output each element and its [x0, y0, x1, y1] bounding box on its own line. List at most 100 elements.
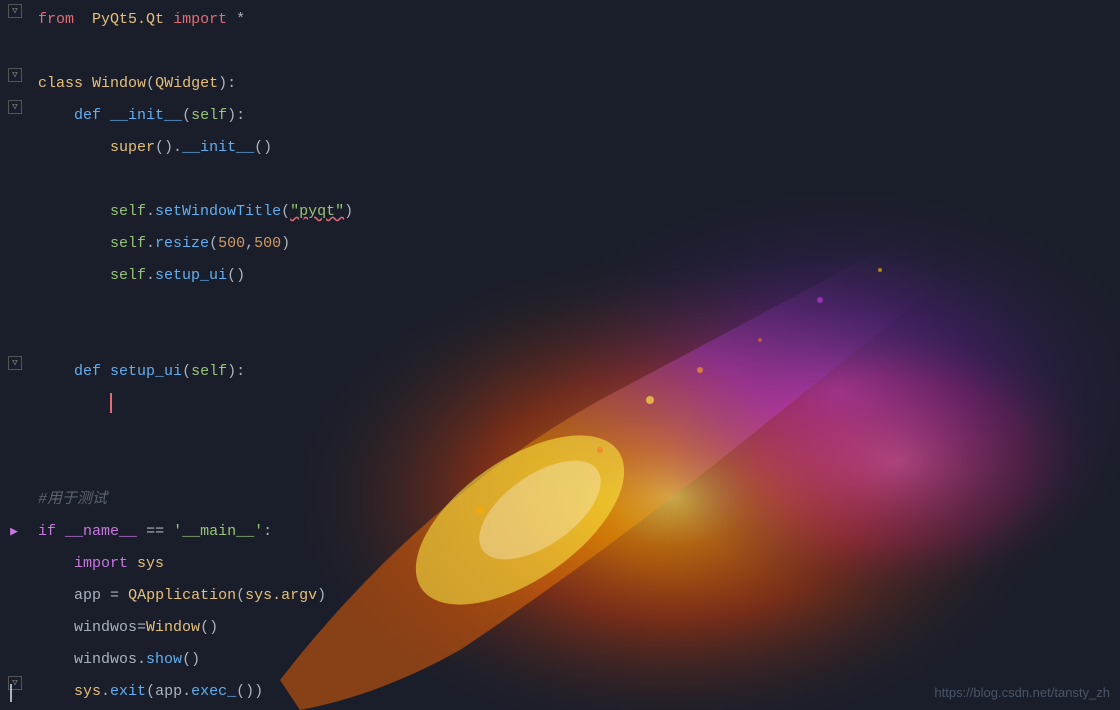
paren-sui3: ): [227, 363, 236, 380]
code-line-13: [0, 388, 1120, 420]
paren-qa2: ): [317, 587, 326, 604]
self-3: self: [110, 235, 146, 252]
code-line-5: super().__init__(): [0, 132, 1120, 164]
dot6: .: [101, 683, 110, 700]
line-content-21: windwos.show(): [30, 644, 1120, 676]
line-content-7: self.setWindowTitle("pyqt"): [30, 196, 1120, 228]
gutter-3: ▽: [0, 68, 30, 82]
dot3: .: [146, 235, 155, 252]
paren-close: ): [218, 75, 227, 92]
line-content-9: self.setup_ui(): [30, 260, 1120, 292]
string-main: '__main__': [173, 523, 263, 540]
func-init: __init__: [110, 107, 182, 124]
code-content-area: ▽ from PyQt5.Qt import * ▽ class Window(…: [0, 0, 1120, 710]
keyword-def-2: def: [74, 363, 101, 380]
paren-swt2: ): [344, 203, 353, 220]
class-qwidget: QWidget: [155, 75, 218, 92]
code-line-19: app = QApplication(sys.argv): [0, 580, 1120, 612]
keyword-def-1: def: [74, 107, 101, 124]
keyword-class: class: [38, 75, 83, 92]
paren-r: (: [209, 235, 218, 252]
gutter-22: ▽: [0, 676, 30, 690]
gutter-4: ▽: [0, 100, 30, 114]
code-line-7: self.setWindowTitle("pyqt"): [0, 196, 1120, 228]
func-setup-ui: setup_ui: [110, 363, 182, 380]
method-exit: exit: [110, 683, 146, 700]
code-line-3: ▽ class Window(QWidget):: [0, 68, 1120, 100]
code-line-11: [0, 324, 1120, 356]
comment-chinese: #用于测试: [38, 491, 107, 508]
line-content-20: windwos=Window(): [30, 612, 1120, 644]
param-self-1: self: [191, 107, 227, 124]
method-setup-ui-call: setup_ui: [155, 267, 227, 284]
class-name-window: Window: [92, 75, 146, 92]
num-500-2: 500: [254, 235, 281, 252]
paren-super2: (): [254, 139, 272, 156]
paren-exit: (: [146, 683, 155, 700]
method-resize: resize: [155, 235, 209, 252]
colon2: :: [236, 107, 245, 124]
assign1: =: [110, 587, 119, 604]
code-line-8: self.resize(500,500): [0, 228, 1120, 260]
line-content-5: super().__init__(): [30, 132, 1120, 164]
line-content-4: def __init__(self):: [30, 100, 1120, 132]
sys-exit-call: sys: [74, 683, 101, 700]
dot1: .: [173, 139, 182, 156]
line-content-12: def setup_ui(self):: [30, 356, 1120, 388]
gutter-1: ▽: [0, 4, 30, 18]
star-import: *: [236, 11, 245, 28]
paren-show: (): [182, 651, 200, 668]
code-line-1: ▽ from PyQt5.Qt import *: [0, 4, 1120, 36]
text-cursor: [110, 393, 112, 413]
line-content-3: class Window(QWidget):: [30, 68, 1120, 100]
paren-qa: (: [236, 587, 245, 604]
code-line-12: ▽ def setup_ui(self):: [0, 356, 1120, 388]
gutter-12: ▽: [0, 356, 30, 370]
dot7: .: [182, 683, 191, 700]
line-content-13: [30, 388, 1120, 420]
dot2: .: [146, 203, 155, 220]
keyword-if: if: [38, 523, 56, 540]
code-line-10: [0, 292, 1120, 324]
code-editor: ▽ from PyQt5.Qt import * ▽ class Window(…: [0, 0, 1120, 710]
fold-icon-1[interactable]: ▽: [8, 4, 22, 18]
code-line-17: ▶ if __name__ == '__main__':: [0, 516, 1120, 548]
paren-r2: ): [281, 235, 290, 252]
paren-swt: (: [281, 203, 290, 220]
fold-icon-3[interactable]: ▽: [8, 68, 22, 82]
var-windwos2: windwos: [74, 651, 137, 668]
var-app: app: [74, 587, 101, 604]
class-window-call: Window: [146, 619, 200, 636]
dunder-name: __name__: [65, 523, 137, 540]
line-content-8: self.resize(500,500): [30, 228, 1120, 260]
colon3: :: [236, 363, 245, 380]
param-self-2: self: [191, 363, 227, 380]
paren-open: (: [146, 75, 155, 92]
watermark: https://blog.csdn.net/tansty_zh: [934, 685, 1110, 700]
dot5: .: [137, 651, 146, 668]
keyword-from: from: [38, 11, 74, 28]
class-qapp: QApplication: [128, 587, 236, 604]
dot4: .: [146, 267, 155, 284]
colon4: :: [263, 523, 272, 540]
code-line-16: #用于测试: [0, 484, 1120, 516]
var-app2: app: [155, 683, 182, 700]
paren-open2: (: [182, 107, 191, 124]
line-content-16: #用于测试: [30, 484, 1120, 516]
line-content-1: from PyQt5.Qt import *: [30, 4, 1120, 36]
method-show: show: [146, 651, 182, 668]
var-windwos: windwos: [74, 619, 137, 636]
fold-icon-12[interactable]: ▽: [8, 356, 22, 370]
line-content-19: app = QApplication(sys.argv): [30, 580, 1120, 612]
string-pyqt: "pyqt": [290, 203, 344, 220]
paren-exec: ()): [236, 683, 263, 700]
module-sys: sys: [137, 555, 164, 572]
code-line-6: [0, 164, 1120, 196]
paren-w: (): [200, 619, 218, 636]
code-line-14: [0, 420, 1120, 452]
keyword-import: import: [173, 11, 227, 28]
sys-argv: sys.argv: [245, 587, 317, 604]
fold-icon-4[interactable]: ▽: [8, 100, 22, 114]
keyword-import2: import: [74, 555, 128, 572]
line-content-18: import sys: [30, 548, 1120, 580]
